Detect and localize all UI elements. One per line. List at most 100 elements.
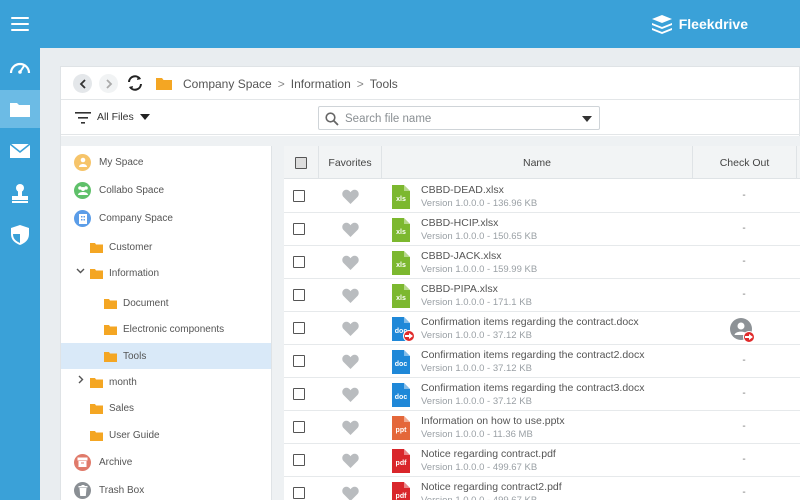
tree-node-electronic-components[interactable]: Electronic components (61, 316, 271, 342)
tree-node-company-space[interactable]: Company Space (61, 205, 271, 231)
table-row[interactable]: ppt Information on how to use.pptx Version… (284, 411, 800, 444)
tree-node-my-space[interactable]: My Space (61, 149, 271, 175)
column-check-out[interactable]: Check Out (693, 146, 797, 179)
tree-node-label: My Space (99, 156, 144, 168)
dashboard-icon (9, 62, 31, 74)
nav-files[interactable] (0, 90, 40, 128)
file-version-size: Version 1.0.0.0 - 37.12 KB (421, 363, 532, 374)
favorite-heart-icon[interactable] (342, 189, 359, 207)
table-row[interactable]: doc Confirmation items regarding the cont… (284, 312, 800, 345)
row-checkbox[interactable] (293, 223, 305, 235)
row-checkbox[interactable] (293, 256, 305, 268)
file-name[interactable]: Confirmation items regarding the contrac… (421, 316, 639, 328)
search-input[interactable] (345, 110, 565, 127)
breadcrumb-information[interactable]: Information (291, 77, 351, 91)
breadcrumb-company-space[interactable]: Company Space (183, 77, 272, 91)
row-checkbox[interactable] (293, 421, 305, 433)
file-filter-dropdown[interactable]: All Files (97, 111, 150, 123)
tree-node-label: Customer (109, 241, 153, 253)
row-checkbox[interactable] (293, 454, 305, 466)
file-name[interactable]: Notice regarding contract2.pdf (421, 481, 562, 493)
refresh-icon (128, 75, 142, 91)
file-type-label: xls (396, 262, 406, 269)
column-name[interactable]: Name (382, 146, 693, 179)
breadcrumb: Company Space > Information > Tools (183, 77, 398, 91)
refresh-button[interactable] (125, 73, 145, 93)
favorite-heart-icon[interactable] (342, 321, 359, 339)
tree-node-label: User Guide (109, 429, 160, 441)
tree-node-month[interactable]: month (61, 369, 271, 395)
tree-node-label: Company Space (99, 212, 173, 224)
checkout-status: - (742, 355, 746, 366)
table-row[interactable]: xls CBBD-JACK.xlsx Version 1.0.0.0 - 159.9… (284, 246, 800, 279)
chevron-right-icon[interactable] (76, 375, 85, 387)
favorite-heart-icon[interactable] (342, 453, 359, 471)
back-button[interactable] (73, 74, 92, 93)
forward-button[interactable] (99, 74, 118, 93)
file-name[interactable]: CBBD-HCIP.xlsx (421, 217, 498, 229)
search-box (318, 106, 600, 130)
breadcrumb-tools[interactable]: Tools (370, 77, 398, 91)
nav-stamp[interactable] (0, 174, 40, 212)
nav-dashboard[interactable] (0, 48, 40, 86)
row-checkbox[interactable] (293, 355, 305, 367)
file-name[interactable]: Confirmation items regarding the contrac… (421, 349, 645, 361)
column-favorites[interactable]: Favorites (319, 146, 382, 179)
chevron-down-icon[interactable] (76, 266, 85, 278)
favorite-heart-icon[interactable] (342, 222, 359, 240)
favorite-heart-icon[interactable] (342, 486, 359, 500)
file-name[interactable]: CBBD-PIPA.xlsx (421, 283, 498, 295)
tree-node-label: Tools (123, 350, 147, 362)
nav-security[interactable] (0, 216, 40, 254)
checkout-status: - (742, 388, 746, 399)
nav-mail[interactable] (0, 132, 40, 170)
file-filter-label: All Files (97, 111, 134, 123)
table-row[interactable]: xls CBBD-DEAD.xlsx Version 1.0.0.0 - 136.9… (284, 180, 800, 213)
checked-out-user-avatar[interactable] (730, 318, 755, 343)
row-checkbox[interactable] (293, 487, 305, 499)
tree-node-collabo-space[interactable]: Collabo Space (61, 177, 271, 203)
tree-node-sales[interactable]: Sales (61, 395, 271, 421)
filter-icon (75, 112, 91, 127)
tree-node-trash-box[interactable]: Trash Box (61, 477, 271, 500)
file-name[interactable]: CBBD-DEAD.xlsx (421, 184, 504, 196)
table-row[interactable]: xls CBBD-PIPA.xlsx Version 1.0.0.0 - 171.1… (284, 279, 800, 312)
tree-node-archive[interactable]: Archive (61, 449, 271, 475)
file-name[interactable]: Information on how to use.pptx (421, 415, 565, 427)
tree-node-label: Document (123, 297, 169, 309)
tree-node-tools[interactable]: Tools (61, 343, 271, 369)
favorite-heart-icon[interactable] (342, 354, 359, 372)
chevron-right-icon (105, 78, 112, 89)
pdf-file-icon: pdf (392, 449, 410, 473)
row-checkbox[interactable] (293, 289, 305, 301)
file-name[interactable]: Notice regarding contract.pdf (421, 448, 556, 460)
search-options-dropdown-icon[interactable] (582, 116, 592, 122)
tree-node-information[interactable]: Information (61, 260, 271, 286)
file-type-label: xls (396, 229, 406, 236)
tree-node-label: Electronic components (123, 323, 225, 335)
file-name[interactable]: Confirmation items regarding the contrac… (421, 382, 645, 394)
folder-icon (90, 242, 103, 253)
hamburger-menu-icon[interactable] (11, 17, 29, 31)
archive-icon (74, 453, 91, 471)
folder-icon (90, 268, 103, 279)
table-row[interactable]: pdf Notice regarding contract2.pdf Version… (284, 477, 800, 500)
row-checkbox[interactable] (293, 190, 305, 202)
table-row[interactable]: xls CBBD-HCIP.xlsx Version 1.0.0.0 - 150.6… (284, 213, 800, 246)
table-row[interactable]: doc Confirmation items regarding the cont… (284, 345, 800, 378)
tree-node-user-guide[interactable]: User Guide (61, 422, 271, 448)
select-all-checkbox[interactable] (295, 156, 307, 169)
brand-logo: Fleekdrive (651, 14, 748, 34)
favorite-heart-icon[interactable] (342, 288, 359, 306)
file-name[interactable]: CBBD-JACK.xlsx (421, 250, 502, 262)
tree-node-document[interactable]: Document (61, 290, 271, 316)
row-checkbox[interactable] (293, 388, 305, 400)
path-folder-icon (155, 76, 173, 94)
favorite-heart-icon[interactable] (342, 420, 359, 438)
favorite-heart-icon[interactable] (342, 255, 359, 273)
row-checkbox[interactable] (293, 322, 305, 334)
table-row[interactable]: pdf Notice regarding contract.pdf Version … (284, 444, 800, 477)
favorite-heart-icon[interactable] (342, 387, 359, 405)
tree-node-customer[interactable]: Customer (61, 234, 271, 260)
table-row[interactable]: doc Confirmation items regarding the cont… (284, 378, 800, 411)
